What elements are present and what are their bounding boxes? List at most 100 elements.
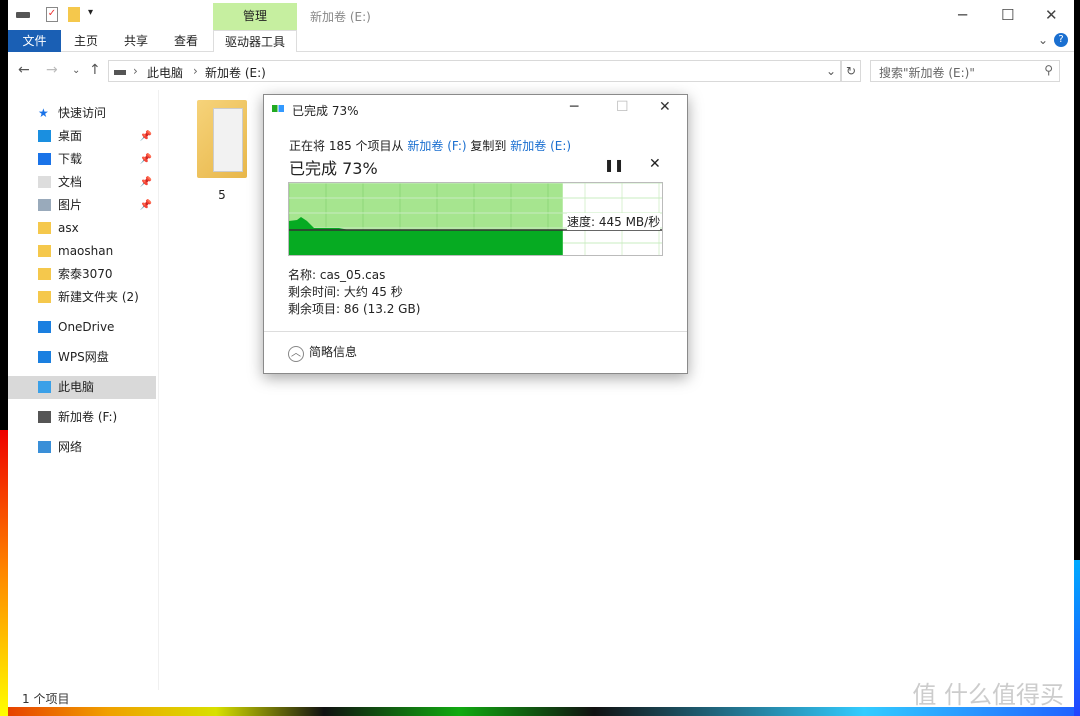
cloud-icon	[38, 351, 51, 363]
sidebar-item-label: asx	[58, 221, 79, 235]
back-icon[interactable]: ←	[18, 62, 30, 78]
status-bar-count: 1 个项目	[22, 692, 70, 706]
time-remaining: 剩余时间: 大约 45 秒	[288, 285, 403, 299]
sidebar-item[interactable]: 文档 📌	[8, 171, 156, 194]
sidebar-item[interactable]: 此电脑	[8, 376, 156, 399]
address-bar[interactable]: › 此电脑 › 新加卷 (E:) ⌄	[108, 60, 841, 82]
minimize-button[interactable]: ─	[958, 6, 967, 24]
documents-preview	[213, 108, 243, 172]
progress-graph: 速度: 445 MB/秒	[288, 182, 663, 256]
sidebar-item-label: 网络	[58, 440, 83, 454]
sidebar-item-label: 桌面	[58, 129, 83, 143]
customize-dropdown-icon[interactable]: ▾	[88, 7, 93, 18]
sidebar-item-label: 文档	[58, 175, 83, 189]
expand-ribbon-icon[interactable]: ⌄	[1038, 33, 1048, 47]
drive-icon[interactable]	[16, 12, 30, 18]
folder-icon	[38, 222, 51, 234]
sidebar-item[interactable]: 新建文件夹 (2)	[8, 286, 156, 309]
separator-icon: ›	[133, 64, 138, 78]
maximize-button[interactable]: ☐	[1001, 6, 1014, 24]
dialog-maximize-button: ☐	[616, 99, 629, 115]
pin-icon[interactable]: 📌	[140, 171, 152, 194]
pin-icon[interactable]: 📌	[140, 194, 152, 217]
navigation-bar: ← → ⌄ ↑ › 此电脑 › 新加卷 (E:) ⌄ ↻ 搜索"新加卷 (E:)…	[8, 58, 1074, 84]
sidebar-item[interactable]: 下载 📌	[8, 148, 156, 171]
sidebar-item[interactable]: WPS网盘	[8, 346, 156, 369]
search-icon[interactable]: ⚲	[1044, 63, 1053, 77]
file-name: 名称: cas_05.cas	[288, 268, 386, 282]
chevron-up-icon: ︿	[288, 346, 304, 362]
up-icon[interactable]: ↑	[89, 62, 101, 78]
breadcrumb-volume-e[interactable]: 新加卷 (E:)	[205, 64, 266, 81]
address-dropdown-icon[interactable]: ⌄	[826, 64, 836, 78]
watermark: 值 什么值得买	[912, 681, 1064, 709]
separator-icon: ›	[193, 64, 198, 78]
document-icon	[38, 176, 51, 188]
sidebar-item-label: 此电脑	[58, 380, 95, 394]
sidebar-item-label: 图片	[58, 198, 83, 212]
sidebar-item[interactable]: 网络	[8, 436, 156, 459]
progress-text: 已完成 73%	[289, 159, 378, 178]
folder-item[interactable]: 5	[192, 100, 252, 202]
download-icon	[38, 153, 51, 165]
copy-progress-dialog: 已完成 73% ─ ☐ ✕ 正在将 185 个项目从 新加卷 (F:) 复制到 …	[263, 94, 688, 374]
manage-context-tab[interactable]: 管理	[213, 3, 297, 30]
sidebar-item[interactable]: 索泰3070	[8, 263, 156, 286]
tab-view[interactable]: 查看	[166, 30, 206, 52]
pane-divider[interactable]	[158, 90, 159, 690]
copy-icon	[272, 105, 284, 112]
sidebar-item[interactable]: asx	[8, 217, 156, 240]
dialog-title: 已完成 73%	[292, 104, 359, 118]
properties-icon[interactable]: ✓	[46, 7, 58, 22]
computer-icon	[38, 381, 51, 393]
sidebar-item[interactable]: 桌面 📌	[8, 125, 156, 148]
pause-button[interactable]: ❚❚	[604, 158, 624, 172]
speed-label: 速度: 445 MB/秒	[567, 213, 661, 230]
fewer-details-button[interactable]: ︿ 简略信息	[288, 343, 357, 362]
dialog-minimize-button[interactable]: ─	[570, 99, 578, 115]
picture-icon	[38, 199, 51, 211]
dialog-close-button[interactable]: ✕	[659, 99, 671, 115]
tab-home[interactable]: 主页	[66, 30, 106, 52]
destination-link[interactable]: 新加卷 (E:)	[510, 139, 571, 153]
sidebar-item[interactable]: maoshan	[8, 240, 156, 263]
pin-icon[interactable]: 📌	[140, 148, 152, 171]
sidebar-item[interactable]: ★ 快速访问	[8, 102, 156, 125]
copy-details: 名称: cas_05.cas 剩余时间: 大约 45 秒 剩余项目: 86 (1…	[288, 267, 420, 318]
source-link[interactable]: 新加卷 (F:)	[407, 139, 466, 153]
sidebar-item[interactable]: 图片 📌	[8, 194, 156, 217]
tab-file[interactable]: 文件	[8, 30, 61, 52]
help-icon[interactable]: ?	[1054, 33, 1068, 47]
pin-icon[interactable]: 📌	[140, 125, 152, 148]
breadcrumb-this-pc[interactable]: 此电脑	[147, 64, 183, 81]
network-icon	[38, 441, 51, 453]
sidebar-item[interactable]: OneDrive	[8, 316, 156, 339]
star-icon: ★	[38, 106, 49, 120]
new-folder-icon[interactable]	[68, 7, 80, 22]
search-input[interactable]: 搜索"新加卷 (E:)" ⚲	[870, 60, 1060, 82]
cancel-button[interactable]: ✕	[649, 156, 661, 172]
refresh-button[interactable]: ↻	[841, 60, 861, 82]
dialog-divider	[264, 331, 687, 332]
close-button[interactable]: ✕	[1045, 6, 1058, 24]
copy-description: 正在将 185 个项目从 新加卷 (F:) 复制到 新加卷 (E:)	[289, 137, 571, 154]
folder-name: 5	[218, 188, 226, 202]
quick-access-toolbar: ✓ ▾ 管理 新加卷 (E:) ─ ☐ ✕	[8, 0, 1074, 30]
folder-icon	[38, 245, 51, 257]
desktop-icon	[38, 130, 51, 142]
sidebar-item-label: 新建文件夹 (2)	[58, 290, 139, 304]
forward-icon[interactable]: →	[46, 62, 58, 78]
tab-share[interactable]: 共享	[116, 30, 156, 52]
recent-dropdown-icon[interactable]: ⌄	[72, 65, 80, 76]
copy-prefix: 正在将 185 个项目从	[289, 139, 404, 153]
sidebar-item-label: 新加卷 (F:)	[58, 410, 118, 424]
folder-icon	[38, 268, 51, 280]
drive-icon	[38, 411, 51, 423]
sidebar-item[interactable]: 新加卷 (F:)	[8, 406, 156, 429]
cloud-icon	[38, 321, 51, 333]
sidebar-item-label: OneDrive	[58, 320, 115, 334]
drive-icon	[114, 70, 126, 75]
tab-drive-tools[interactable]: 驱动器工具	[213, 30, 297, 52]
window-title: 新加卷 (E:)	[310, 10, 371, 24]
folder-icon	[38, 291, 51, 303]
